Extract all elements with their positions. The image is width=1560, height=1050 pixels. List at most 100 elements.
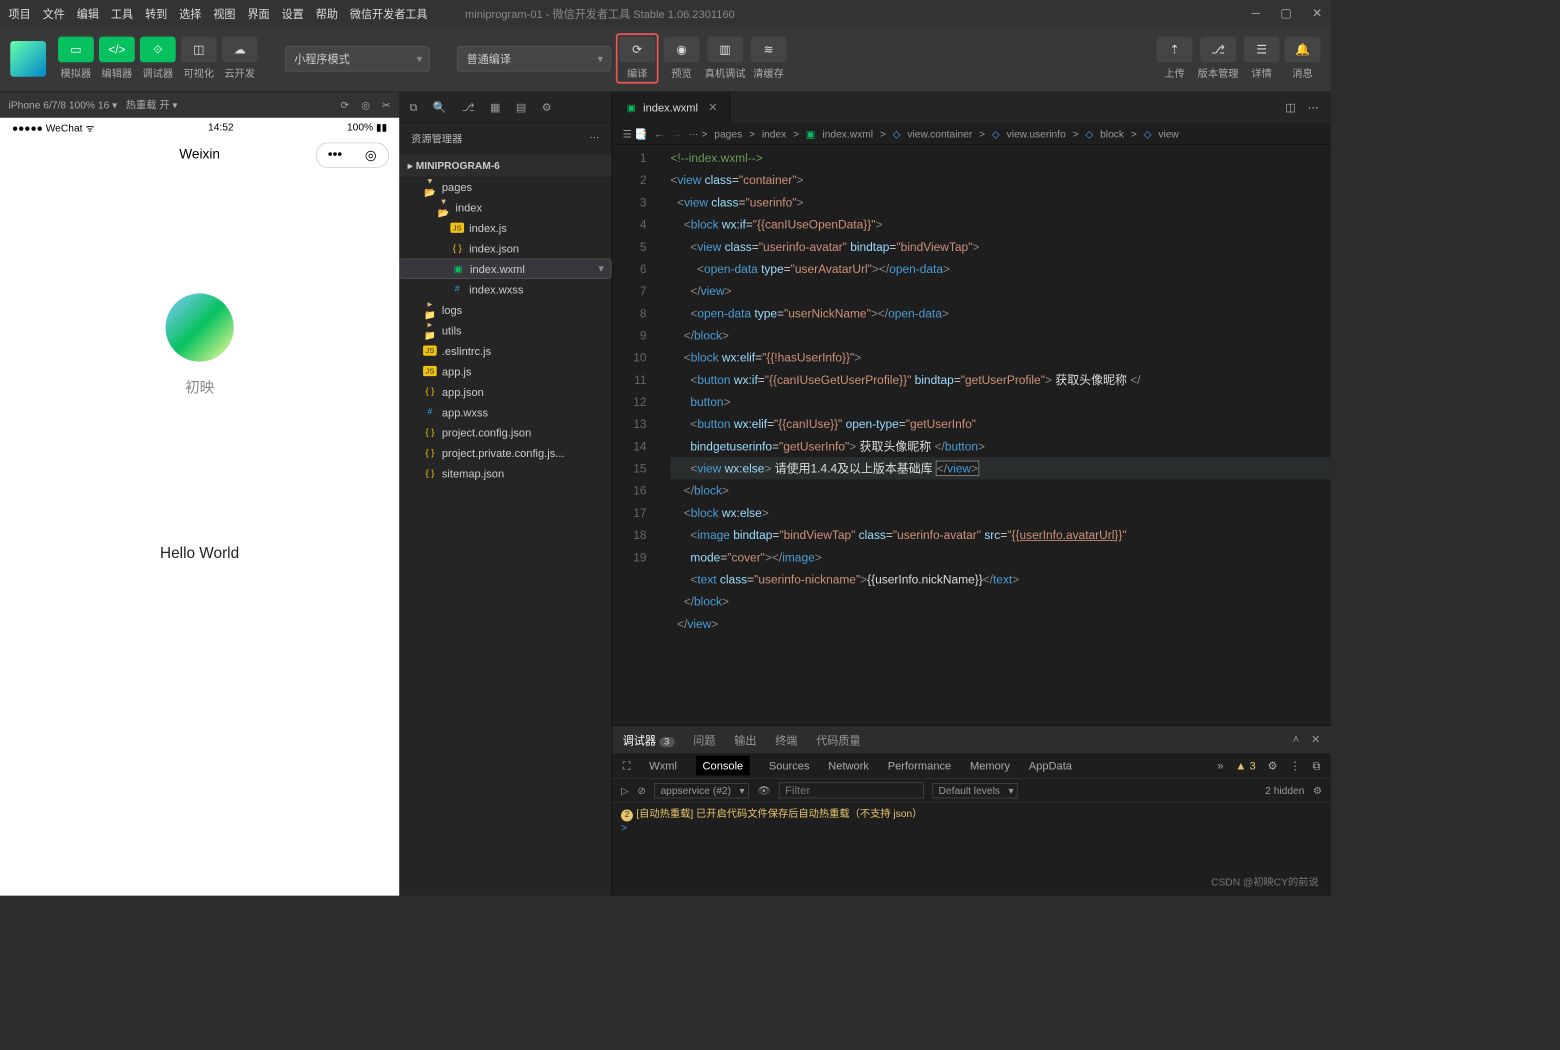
menu-item[interactable]: 编辑 xyxy=(77,5,99,21)
mode-select[interactable]: 小程序模式 xyxy=(285,46,430,72)
code-area[interactable]: 12345678910111213141516171819 <!--index.… xyxy=(612,145,1330,725)
preview-button[interactable]: ◉预览 xyxy=(664,37,700,81)
gear-icon[interactable]: ⚙ xyxy=(1268,759,1278,773)
tree-item[interactable]: { }index.json xyxy=(399,238,611,258)
menu-item[interactable]: 文件 xyxy=(43,5,65,21)
breadcrumb[interactable]: ☰ 📑 ← → ⋯ > pages > index > ▣ index.wxml… xyxy=(612,123,1330,145)
ext-icon[interactable]: ▦ xyxy=(490,100,500,114)
tree-item[interactable]: { }project.config.json xyxy=(399,422,611,442)
filter-input[interactable] xyxy=(779,782,924,798)
menu-item[interactable]: 设置 xyxy=(282,5,304,21)
tree-item[interactable]: JSapp.js xyxy=(399,361,611,381)
devtab-appdata[interactable]: AppData xyxy=(1029,759,1072,772)
dbg-tab-problems[interactable]: 问题 xyxy=(693,731,715,747)
gear-icon[interactable]: ⚙ xyxy=(1313,784,1322,796)
maximize-icon[interactable]: ▢ xyxy=(1280,6,1291,21)
device-select[interactable]: iPhone 6/7/8 100% 16 ▾ xyxy=(9,99,118,111)
tree-item[interactable]: ▾ 📂index xyxy=(399,197,611,217)
debugger-button[interactable]: ⟐调试器 xyxy=(140,37,176,81)
menu-item[interactable]: 界面 xyxy=(247,5,269,21)
details-button[interactable]: ☰详情 xyxy=(1244,37,1280,81)
tree-item[interactable]: { }project.private.config.js... xyxy=(399,443,611,463)
dbg-tab-quality[interactable]: 代码质量 xyxy=(816,731,860,747)
popout-icon[interactable]: ⧉ xyxy=(1313,759,1321,773)
clearcache-button[interactable]: ≋清缓存 xyxy=(751,37,787,81)
tree-item[interactable]: ▣index.wxml xyxy=(399,258,611,278)
tree-item[interactable]: JSindex.js xyxy=(399,218,611,238)
devtab-perf[interactable]: Performance xyxy=(888,759,951,772)
tree-item[interactable]: ▸ 📁logs xyxy=(399,299,611,319)
tree-item[interactable]: ▾ 📂pages xyxy=(399,177,611,197)
minimize-icon[interactable]: ─ xyxy=(1251,6,1259,21)
editor-tab[interactable]: ▣ index.wxml ✕ xyxy=(612,92,730,123)
menu-item[interactable]: 项目 xyxy=(9,5,31,21)
play-icon[interactable]: ▷ xyxy=(621,784,629,796)
devtab-memory[interactable]: Memory xyxy=(970,759,1010,772)
fwd-icon[interactable]: → xyxy=(671,128,681,140)
files-icon[interactable]: ⧉ xyxy=(409,100,417,114)
menu-item[interactable]: 帮助 xyxy=(316,5,338,21)
devtab-console[interactable]: Console xyxy=(696,756,750,776)
branch-icon[interactable]: ⎇ xyxy=(462,100,475,114)
cut-icon[interactable]: ✂ xyxy=(382,99,391,111)
tree-item[interactable]: ▸ 📁utils xyxy=(399,320,611,340)
capsule-menu[interactable]: •••◎ xyxy=(316,142,389,168)
menu-item[interactable]: 视图 xyxy=(213,5,235,21)
more-icon[interactable]: ⋯ xyxy=(589,131,599,146)
search-icon[interactable]: 🔍 xyxy=(433,100,447,114)
tree-item[interactable]: #app.wxss xyxy=(399,402,611,422)
devtab-sources[interactable]: Sources xyxy=(769,759,810,772)
bookmark-icon[interactable]: ☰ 📑 xyxy=(623,128,648,140)
warning-badge[interactable]: ▲ 3 xyxy=(1235,759,1255,772)
project-header[interactable]: ▸ MINIPROGRAM-6 xyxy=(399,154,611,176)
cloud-button[interactable]: ☁云开发 xyxy=(222,37,258,81)
user-avatar[interactable] xyxy=(165,293,233,361)
tree-item[interactable]: { }sitemap.json xyxy=(399,463,611,483)
devtab-network[interactable]: Network xyxy=(828,759,869,772)
visual-button[interactable]: ◫可视化 xyxy=(181,37,217,81)
clear-icon[interactable]: ⊘ xyxy=(637,784,646,796)
menu-item[interactable]: 工具 xyxy=(111,5,133,21)
tree-item[interactable]: { }app.json xyxy=(399,381,611,401)
inspect-icon[interactable]: ⛶ xyxy=(623,759,631,773)
menu-item[interactable]: 转到 xyxy=(145,5,167,21)
more-icon[interactable]: ⋯ xyxy=(1308,101,1319,115)
devtab-wxml[interactable]: Wxml xyxy=(649,759,677,772)
dbg-tab-output[interactable]: 输出 xyxy=(734,731,756,747)
realdebug-button[interactable]: ▥真机调试 xyxy=(705,37,746,81)
toolbar: ▭模拟器 </>编辑器 ⟐调试器 ◫可视化 ☁云开发 小程序模式 普通编译 ⟳编… xyxy=(0,26,1331,93)
tree-item[interactable]: #index.wxss xyxy=(399,279,611,299)
dbg-tab-debugger[interactable]: 调试器 3 xyxy=(623,731,675,747)
menu-item[interactable]: 选择 xyxy=(179,5,201,21)
simulator-panel: iPhone 6/7/8 100% 16 ▾ 热重载 开 ▾ ⟳ ◎ ✂ ●●●… xyxy=(0,92,399,896)
tree-item[interactable]: JS.eslintrc.js xyxy=(399,340,611,360)
hidden-count[interactable]: 2 hidden xyxy=(1265,784,1304,796)
version-button[interactable]: ⎇版本管理 xyxy=(1198,37,1239,81)
close-icon[interactable]: ✕ xyxy=(1311,733,1320,747)
target-icon[interactable]: ◎ xyxy=(361,99,370,111)
chevron-up-icon[interactable]: ˄ xyxy=(1293,733,1299,747)
eye-icon[interactable]: 👁 xyxy=(757,784,770,796)
back-icon[interactable]: ← xyxy=(654,128,664,140)
editor-panel: ▣ index.wxml ✕ ◫ ⋯ ☰ 📑 ← → ⋯ > pages > i… xyxy=(612,92,1330,896)
gear-icon[interactable]: ⚙ xyxy=(542,100,552,114)
menu-item[interactable]: 微信开发者工具 xyxy=(350,5,428,21)
editor-button[interactable]: </>编辑器 xyxy=(99,37,135,81)
grid-icon[interactable]: ▤ xyxy=(516,100,526,114)
compile-button[interactable]: ⟳编译 xyxy=(619,37,655,81)
user-avatar[interactable] xyxy=(10,41,46,77)
close-icon[interactable]: ✕ xyxy=(1312,6,1322,21)
upload-button[interactable]: ⇡上传 xyxy=(1157,37,1193,81)
message-button[interactable]: 🔔消息 xyxy=(1285,37,1321,81)
hotreload-select[interactable]: 热重载 开 ▾ xyxy=(126,97,178,112)
close-tab-icon[interactable]: ✕ xyxy=(708,101,717,115)
menu-bar: 项目 文件 编辑 工具 转到 选择 视图 界面 设置 帮助 微信开发者工具 mi… xyxy=(0,0,1331,26)
split-icon[interactable]: ◫ xyxy=(1285,101,1295,115)
more-icon[interactable]: ⋮ xyxy=(1289,759,1300,773)
refresh-icon[interactable]: ⟳ xyxy=(341,99,350,111)
dbg-tab-terminal[interactable]: 终端 xyxy=(775,731,797,747)
scope-select[interactable]: appservice (#2) xyxy=(655,783,749,798)
simulator-button[interactable]: ▭模拟器 xyxy=(58,37,94,81)
compile-select[interactable]: 普通编译 xyxy=(457,46,611,72)
levels-select[interactable]: Default levels xyxy=(933,783,1018,798)
